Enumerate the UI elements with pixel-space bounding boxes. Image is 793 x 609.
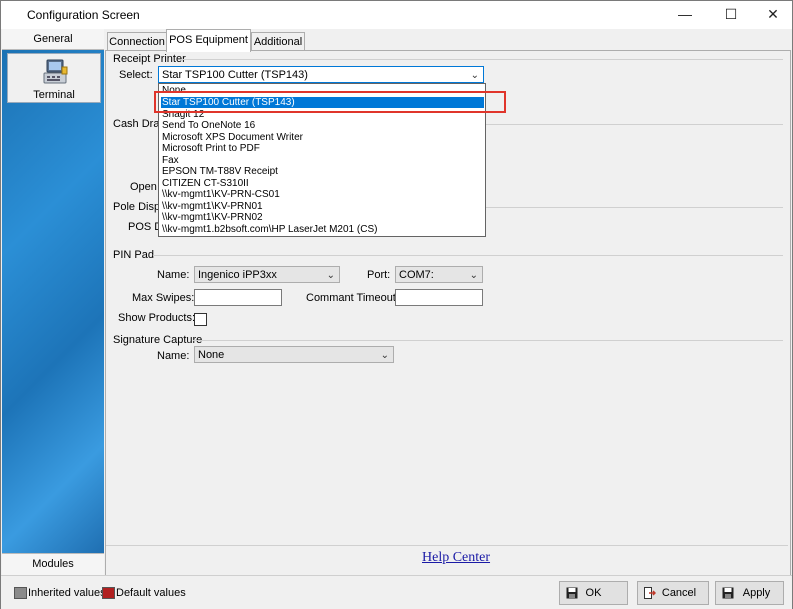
help-center-link[interactable]: Help Center bbox=[422, 550, 490, 566]
pin-pad-port-label: Port: bbox=[367, 269, 391, 281]
apply-button-label: Apply bbox=[742, 587, 771, 599]
maximize-button[interactable]: ☐ bbox=[709, 1, 753, 29]
chevron-down-icon: ⌄ bbox=[470, 70, 479, 81]
ok-button[interactable]: OK bbox=[559, 581, 628, 605]
ok-button-label: OK bbox=[585, 587, 602, 599]
max-swipes-input[interactable] bbox=[194, 289, 282, 306]
tab-additional[interactable]: Additional bbox=[251, 32, 305, 51]
cash-drawer-open-label: Open bbox=[130, 181, 157, 193]
bottom-divider bbox=[106, 545, 788, 546]
pin-pad-port-select[interactable]: COM7: ⌄ bbox=[395, 266, 483, 283]
section-divider bbox=[193, 340, 783, 341]
pin-pad-port-value: COM7: bbox=[399, 269, 434, 281]
command-timeout-label: Commant Timeout: bbox=[306, 292, 399, 304]
cancel-button[interactable]: Cancel bbox=[637, 581, 709, 605]
dropdown-option[interactable]: Fax bbox=[161, 155, 484, 166]
inherited-values-swatch bbox=[14, 587, 27, 599]
dropdown-option[interactable]: \\kv-mgmt1\KV-PRN02 bbox=[161, 212, 484, 223]
dropdown-option[interactable]: \\kv-mgmt1.b2bsoft.com\HP LaserJet M201 … bbox=[161, 224, 484, 235]
show-products-label: Show Products: bbox=[118, 312, 196, 324]
configuration-window: Configuration Screen — ☐ ✕ General Termi… bbox=[0, 0, 793, 609]
window-title: Configuration Screen bbox=[27, 8, 140, 22]
highlight-annotation-box bbox=[154, 91, 506, 113]
inherited-values-label: Inherited values bbox=[28, 587, 106, 599]
dropdown-option[interactable]: \\kv-mgmt1\KV-PRN-CS01 bbox=[161, 189, 484, 200]
nav-item-terminal-label: Terminal bbox=[33, 89, 75, 101]
dropdown-option[interactable]: CITIZEN CT-S310II bbox=[161, 178, 484, 189]
minimize-button[interactable]: — bbox=[663, 1, 707, 29]
chevron-down-icon: ⌄ bbox=[326, 270, 335, 281]
default-values-label: Default values bbox=[116, 587, 186, 599]
signature-name-value: None bbox=[198, 349, 225, 361]
dropdown-option[interactable]: EPSON TM-T88V Receipt bbox=[161, 166, 484, 177]
cancel-button-label: Cancel bbox=[661, 587, 697, 599]
nav-header-general[interactable]: General bbox=[2, 29, 104, 50]
tab-pos-equipment[interactable]: POS Equipment bbox=[166, 29, 251, 52]
nav-item-terminal[interactable]: Terminal bbox=[7, 53, 101, 103]
left-navigation-panel: General Terminal Modules bbox=[2, 29, 104, 575]
apply-button[interactable]: Apply bbox=[715, 581, 784, 605]
receipt-printer-select-label: Select: bbox=[119, 69, 153, 81]
signature-name-label: Name: bbox=[157, 350, 190, 362]
dropdown-option[interactable]: Microsoft XPS Document Writer bbox=[161, 132, 484, 143]
pin-pad-name-select[interactable]: Ingenico iPP3xx ⌄ bbox=[194, 266, 340, 283]
signature-name-select[interactable]: None ⌄ bbox=[194, 346, 394, 363]
chevron-down-icon: ⌄ bbox=[380, 350, 389, 361]
command-timeout-input[interactable] bbox=[395, 289, 483, 306]
pin-pad-section-title: PIN Pad bbox=[113, 249, 154, 261]
receipt-printer-selected-value: Star TSP100 Cutter (TSP143) bbox=[162, 69, 308, 81]
title-bar: Configuration Screen — ☐ ✕ bbox=[1, 1, 792, 29]
receipt-printer-section-title: Receipt Printer bbox=[113, 53, 186, 65]
default-values-swatch bbox=[102, 587, 115, 599]
show-products-checkbox[interactable] bbox=[194, 313, 207, 326]
chevron-down-icon: ⌄ bbox=[469, 270, 478, 281]
terminal-icon bbox=[43, 59, 68, 84]
nav-footer-modules[interactable]: Modules bbox=[2, 553, 104, 575]
pin-pad-name-label: Name: bbox=[157, 269, 190, 281]
tab-connection[interactable]: Connection bbox=[107, 32, 167, 51]
close-button[interactable]: ✕ bbox=[751, 1, 793, 29]
section-divider bbox=[153, 255, 783, 256]
pin-pad-name-value: Ingenico iPP3xx bbox=[198, 269, 277, 281]
signature-capture-section-title: Signature Capture bbox=[113, 334, 203, 346]
max-swipes-label: Max Swipes: bbox=[132, 292, 195, 304]
section-divider bbox=[181, 59, 783, 60]
dropdown-option[interactable]: \\kv-mgmt1\KV-PRN01 bbox=[161, 201, 484, 212]
dropdown-option[interactable]: Send To OneNote 16 bbox=[161, 120, 484, 131]
dropdown-option[interactable]: Microsoft Print to PDF bbox=[161, 143, 484, 154]
receipt-printer-select[interactable]: Star TSP100 Cutter (TSP143) ⌄ bbox=[158, 66, 484, 83]
